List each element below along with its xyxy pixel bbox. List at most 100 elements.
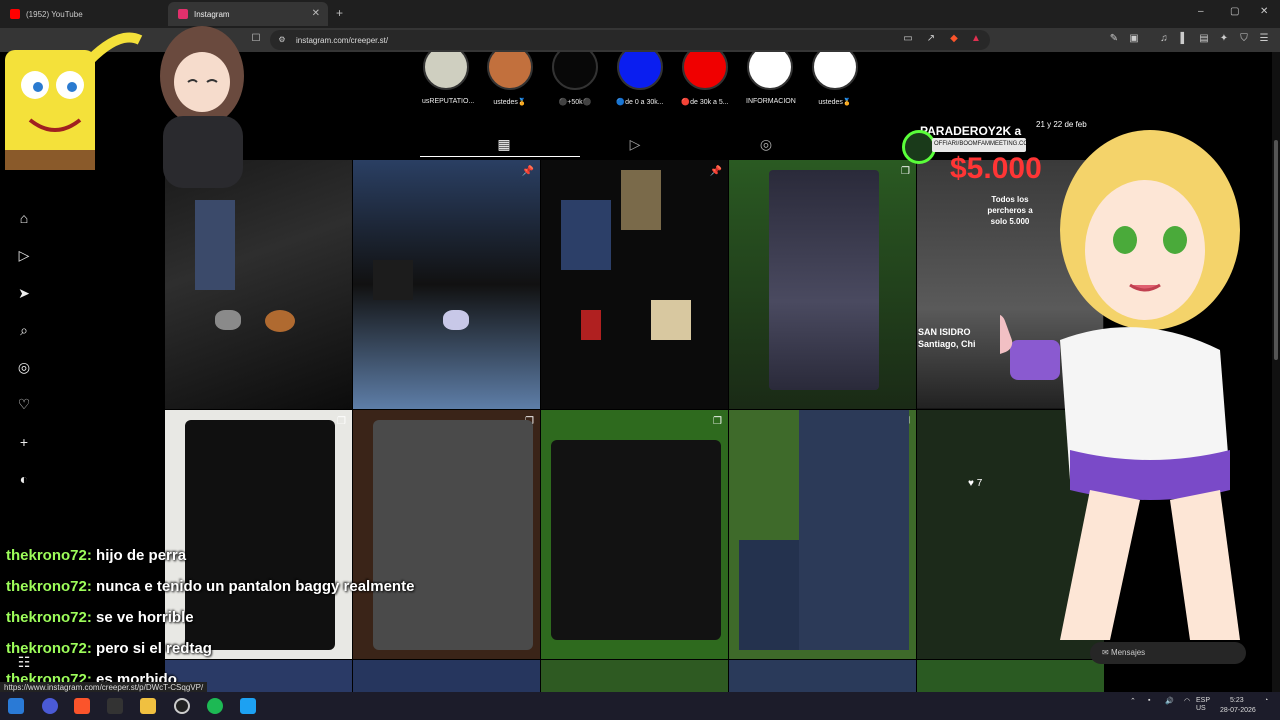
reels-icon[interactable]: ▷ <box>14 245 34 265</box>
volume-icon[interactable]: 🔊 <box>1165 697 1174 705</box>
like-count: ♥ 7 <box>968 478 983 489</box>
cast-icon[interactable]: ▭ <box>902 33 914 45</box>
posts-grid-tab[interactable]: ▦ <box>495 136 513 154</box>
obs-icon[interactable] <box>174 698 190 714</box>
messages-label: Mensajes <box>1110 648 1146 657</box>
close-tab-icon[interactable]: ✕ <box>312 8 320 19</box>
highlight-cover <box>747 52 793 90</box>
highlight-cover <box>812 52 858 90</box>
close-window-button[interactable]: ✕ <box>1260 6 1268 17</box>
app-icon[interactable] <box>107 698 123 714</box>
spotify-icon[interactable] <box>207 698 223 714</box>
profile-icon[interactable]: ◐ <box>14 469 34 489</box>
post-thumbnail[interactable]: ❐ <box>541 410 728 659</box>
highlight-label: ⚫+50k⚫ <box>558 99 592 106</box>
story-highlight[interactable]: INFORMACION <box>746 52 796 105</box>
post-thumbnail[interactable]: ❐ <box>353 410 540 659</box>
notification-icon[interactable]: ◔ <box>1264 697 1268 704</box>
anime-character-overlay <box>1000 130 1240 640</box>
site-info-icon[interactable]: ⚙ <box>276 34 288 46</box>
discord-icon[interactable] <box>42 698 58 714</box>
home-icon[interactable]: ⌂ <box>14 208 34 228</box>
post-thumbnail[interactable] <box>353 660 540 692</box>
network-icon[interactable]: ▪ <box>1148 697 1150 704</box>
brave-shield-icon[interactable]: ◆ <box>948 33 960 45</box>
screenshot-icon[interactable]: ▣ <box>1128 33 1140 45</box>
clock-date: 28-07-2026 <box>1220 707 1256 714</box>
multiple-icon: ❐ <box>901 166 910 177</box>
brave-rewards-icon[interactable]: ▲ <box>970 33 982 45</box>
new-tab-button[interactable]: + <box>336 6 343 20</box>
search-icon[interactable]: ⌕ <box>14 320 34 340</box>
file-explorer-icon[interactable] <box>140 698 156 714</box>
active-tab-indicator <box>420 156 580 157</box>
story-highlight[interactable]: 🔵de 0 a 30k... <box>616 52 664 106</box>
vpn-icon[interactable]: ⛉ <box>1238 33 1250 45</box>
highlight-label: INFORMACION <box>746 98 796 105</box>
spongebob-overlay <box>5 32 143 170</box>
chat-message: thekrono72: pero si el redtag <box>6 640 212 657</box>
story-highlight[interactable]: ustedes🏅 <box>486 52 534 106</box>
chat-text: hijo de perra <box>96 547 187 564</box>
tab-title: (1952) YouTube <box>26 9 83 19</box>
chat-message: thekrono72: nunca e tenido un pantalon b… <box>6 578 414 595</box>
vtuber-avatar-overlay <box>160 26 244 188</box>
menu-icon[interactable]: ☰ <box>1258 33 1270 45</box>
ad-location: SAN ISIDRO Santiago, Chi <box>918 326 976 350</box>
post-thumbnail[interactable] <box>165 160 352 409</box>
story-highlight[interactable]: ⚫+50k⚫ <box>551 52 599 106</box>
share-icon[interactable]: ↗ <box>925 33 937 45</box>
explore-icon[interactable]: ◎ <box>14 357 34 377</box>
highlight-cover <box>552 52 598 90</box>
ad-location-line1: SAN ISIDRO <box>918 327 971 337</box>
post-thumbnail[interactable]: 📌 <box>353 160 540 409</box>
heart-icon[interactable]: ♡ <box>14 394 34 414</box>
facebook-icon[interactable] <box>240 698 256 714</box>
music-icon[interactable]: ♫ <box>1158 33 1170 45</box>
chat-message: thekrono72: hijo de perra <box>6 547 186 564</box>
chat-username: thekrono72: <box>6 640 92 657</box>
minimize-button[interactable]: – <box>1198 6 1204 17</box>
ad-location-line2: Santiago, Chi <box>918 339 976 349</box>
multiple-icon: ❐ <box>713 416 722 427</box>
wallet-icon[interactable]: ▤ <box>1198 33 1210 45</box>
post-thumbnail[interactable]: ❐ <box>729 410 916 659</box>
leo-ai-icon[interactable]: ✦ <box>1218 33 1230 45</box>
chat-username: thekrono72: <box>6 609 92 626</box>
language-indicator[interactable]: ESP US <box>1196 697 1210 713</box>
tray-up-icon[interactable]: ⌃ <box>1130 697 1136 705</box>
post-thumbnail[interactable]: ❐ <box>729 160 916 409</box>
story-highlight[interactable]: ustedes🏅 <box>811 52 859 106</box>
wifi-icon[interactable]: ◠ <box>1184 697 1190 705</box>
highlight-cover <box>423 52 469 90</box>
chat-username: thekrono72: <box>6 578 92 595</box>
highlight-cover <box>487 52 533 90</box>
highlight-label: ustedes🏅 <box>818 99 852 106</box>
maximize-button[interactable]: ▢ <box>1230 6 1239 17</box>
tagged-tab[interactable]: ◎ <box>757 136 775 154</box>
highlight-label: 🔵de 0 a 30k... <box>616 99 664 106</box>
post-thumbnail[interactable] <box>917 660 1104 692</box>
story-highlight[interactable]: 🔴de 30k a 5... <box>681 52 729 106</box>
story-highlight[interactable]: usREPUTATIO... <box>422 52 475 105</box>
sidebar-icon[interactable]: ▌ <box>1178 33 1190 45</box>
extension-icon[interactable]: ✎ <box>1108 33 1120 45</box>
windows-taskbar <box>0 692 1280 720</box>
youtube-icon <box>10 9 20 19</box>
address-bar[interactable]: instagram.com/creeper.st/ <box>270 30 990 50</box>
bookmark-icon[interactable]: ☐ <box>250 33 262 45</box>
post-thumbnail[interactable] <box>541 660 728 692</box>
highlight-label: usREPUTATIO... <box>422 98 475 105</box>
chat-username: thekrono72: <box>6 547 92 564</box>
reels-tab[interactable]: ▷ <box>626 136 644 154</box>
windows-start-icon[interactable] <box>8 698 24 714</box>
post-thumbnail[interactable]: 📌 <box>541 160 728 409</box>
messages-button[interactable]: ✉ Mensajes <box>1090 642 1246 664</box>
create-icon[interactable]: + <box>14 432 34 452</box>
chat-text: nunca e tenido un pantalon baggy realmen… <box>96 578 415 595</box>
highlight-label: 🔴de 30k a 5... <box>681 99 729 106</box>
pinned-icon: 📌 <box>709 166 722 177</box>
brave-browser-icon[interactable] <box>74 698 90 714</box>
post-thumbnail[interactable] <box>729 660 916 692</box>
send-icon[interactable]: ➤ <box>14 283 34 303</box>
